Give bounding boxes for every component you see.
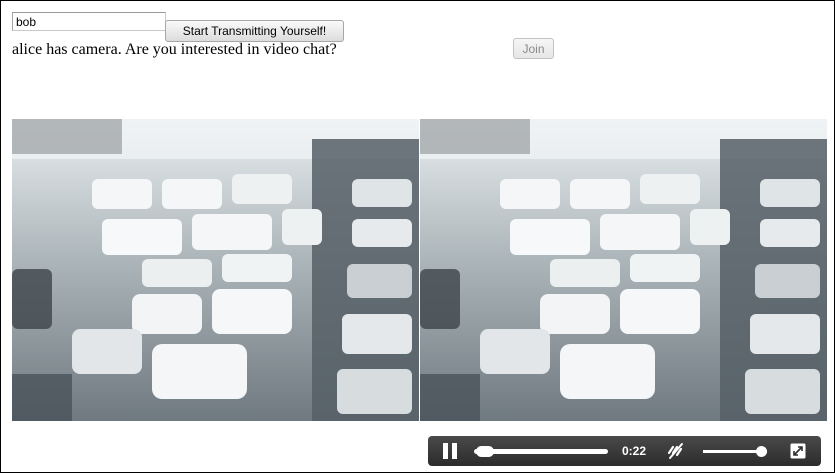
seek-thumb[interactable] — [476, 446, 495, 457]
mute-icon[interactable] — [667, 442, 685, 460]
remote-video — [420, 119, 827, 421]
time-display: 0:22 — [622, 444, 647, 458]
name-input[interactable] — [12, 12, 166, 31]
video-controls: 0:22 — [428, 436, 821, 466]
local-video — [12, 119, 419, 421]
page: Start Transmitting Yourself! alice has c… — [0, 0, 835, 473]
fullscreen-icon[interactable] — [790, 443, 806, 459]
video-frame-left — [12, 119, 419, 421]
pause-icon[interactable] — [442, 443, 458, 459]
start-transmitting-button[interactable]: Start Transmitting Yourself! — [165, 20, 344, 42]
status-message: alice has camera. Are you interested in … — [12, 41, 337, 58]
volume-knob[interactable] — [755, 446, 767, 457]
volume-slider[interactable] — [703, 446, 767, 457]
video-frame-right — [420, 119, 827, 421]
seek-bar[interactable] — [474, 446, 608, 457]
join-button[interactable]: Join — [513, 38, 554, 59]
